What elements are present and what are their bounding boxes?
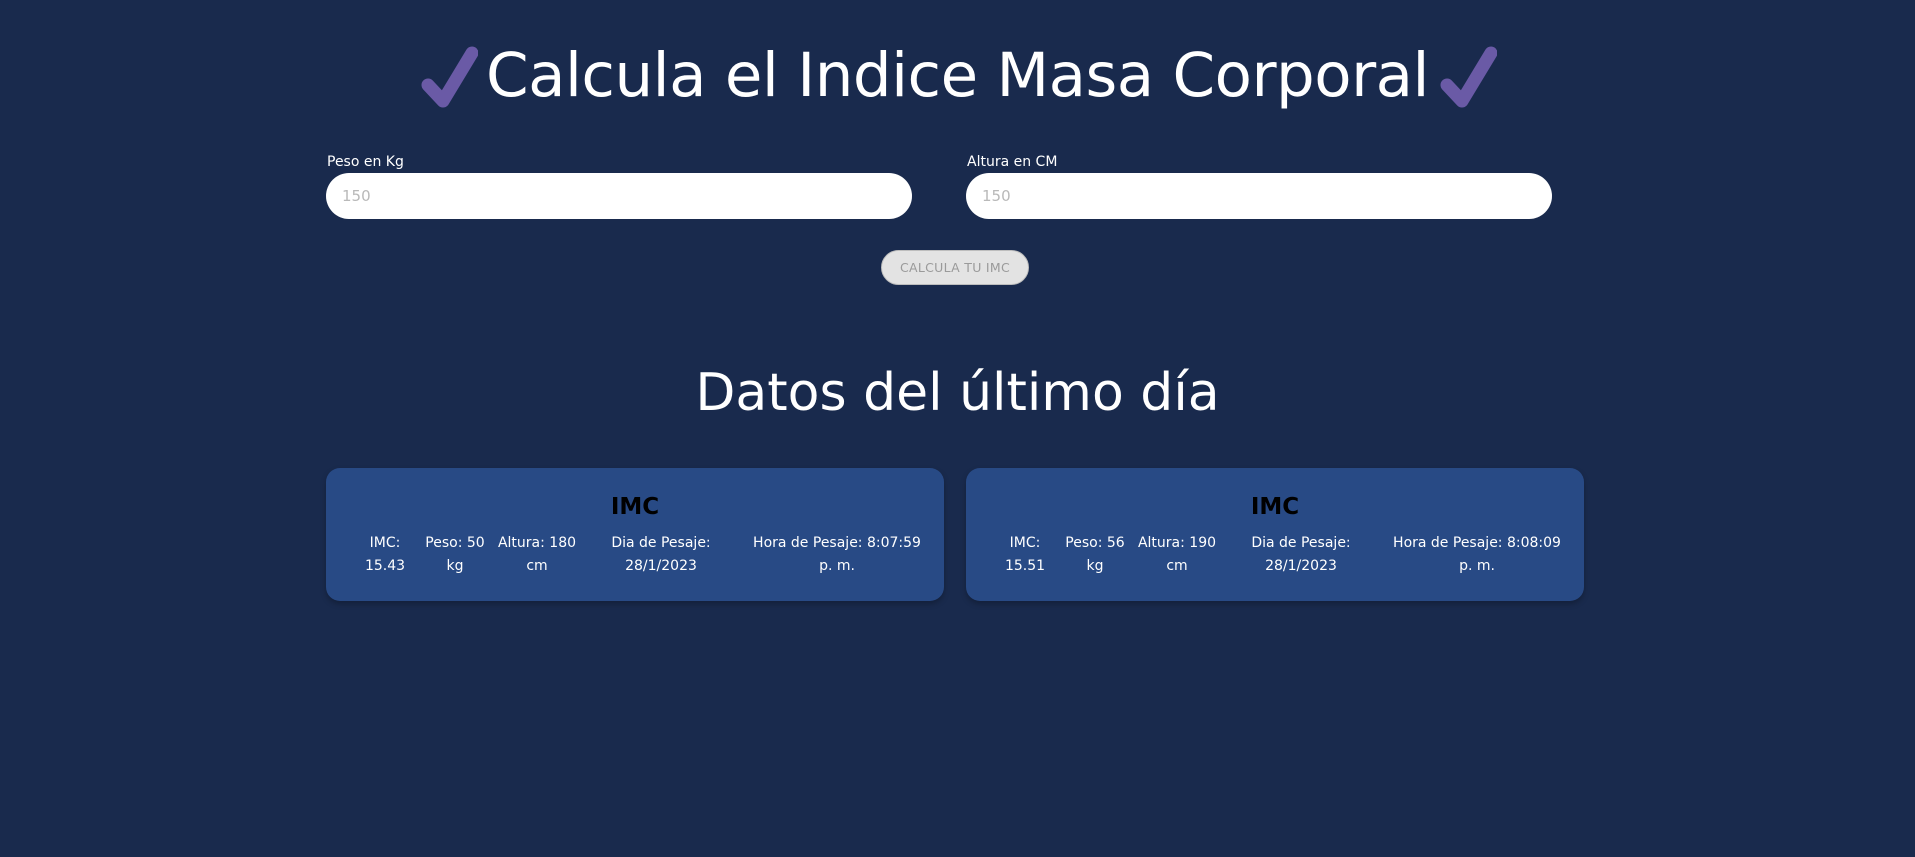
peso-value: Peso: 56 kg [1060,532,1130,578]
altura-unit: cm [1166,558,1188,574]
hora-pesaje: Hora de Pesaje: 8:07:59 p. m. [744,532,930,578]
check-mark-icon [418,41,478,111]
altura-value: Altura: 190 cm [1132,532,1222,578]
results-section-title: Datos del último día [695,363,1220,423]
check-mark-icon [1437,41,1497,111]
dia-date: 28/1/2023 [625,558,697,574]
imc-label: IMC: [369,535,401,551]
peso-field-group: Peso en Kg [326,154,912,219]
peso-text: Peso: 56 [1065,535,1125,551]
altura-value: Altura: 180 cm [492,532,582,578]
calculate-imc-button[interactable]: CALCULA TU IMC [881,250,1029,285]
hora-period: p. m. [1459,558,1495,574]
altura-field-group: Altura en CM [966,154,1552,219]
card-details: IMC: 15.43 Peso: 50 kg Altura: 180 cm Di… [326,532,944,592]
hora-period: p. m. [819,558,855,574]
page-header: Calcula el Indice Masa Corporal [0,36,1915,116]
card-details: IMC: 15.51 Peso: 56 kg Altura: 190 cm Di… [966,532,1584,592]
imc-label: IMC: [1009,535,1041,551]
peso-text: Peso: 50 [425,535,485,551]
dia-pesaje: Dia de Pesaje: 28/1/2023 [596,532,726,578]
imc-value: IMC: 15.43 [354,532,416,578]
hora-text: Hora de Pesaje: 8:08:09 [1393,535,1561,551]
card-title: IMC [610,494,660,520]
dia-label: Dia de Pesaje: [1251,535,1351,551]
peso-value: Peso: 50 kg [420,532,490,578]
hora-text: Hora de Pesaje: 8:07:59 [753,535,921,551]
hora-pesaje: Hora de Pesaje: 8:08:09 p. m. [1384,532,1570,578]
card-title: IMC [1250,494,1300,520]
imc-result-card: IMC IMC: 15.51 Peso: 56 kg Altura: 190 c… [966,468,1584,601]
peso-label: Peso en Kg [327,154,404,170]
dia-pesaje: Dia de Pesaje: 28/1/2023 [1236,532,1366,578]
imc-value: IMC: 15.51 [994,532,1056,578]
altura-text: Altura: 190 [1137,535,1217,551]
dia-date: 28/1/2023 [1265,558,1337,574]
altura-label: Altura en CM [967,154,1058,170]
imc-number: 15.51 [1004,558,1046,574]
altura-text: Altura: 180 [497,535,577,551]
imc-number: 15.43 [364,558,406,574]
imc-result-card: IMC IMC: 15.43 Peso: 50 kg Altura: 180 c… [326,468,944,601]
altura-input[interactable] [966,173,1552,219]
peso-input[interactable] [326,173,912,219]
peso-unit: kg [1086,558,1104,574]
peso-unit: kg [446,558,464,574]
altura-unit: cm [526,558,548,574]
page-title: Calcula el Indice Masa Corporal [486,40,1430,111]
dia-label: Dia de Pesaje: [611,535,711,551]
